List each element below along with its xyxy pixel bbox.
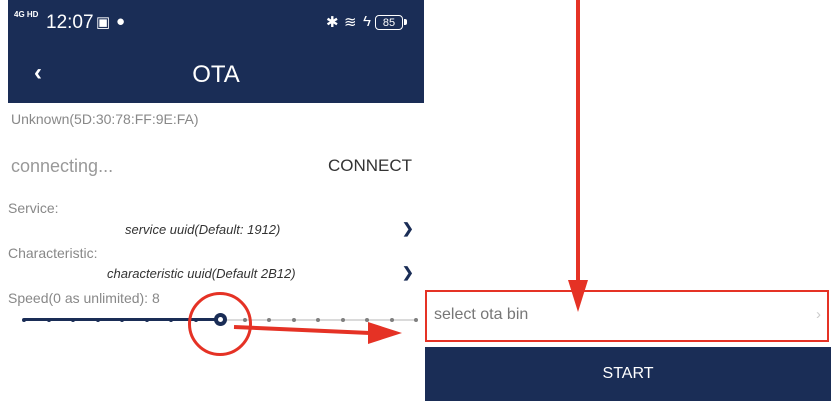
speed-slider-tick <box>414 318 418 322</box>
bluetooth-icon: ✱ <box>326 14 339 31</box>
speed-slider-tick <box>267 318 271 322</box>
start-button[interactable]: START <box>425 347 831 401</box>
characteristic-label: Characteristic: <box>8 245 98 261</box>
speed-slider-tick <box>365 318 369 322</box>
page-title: OTA <box>192 61 240 88</box>
network-type: 4G HD <box>14 10 39 19</box>
speed-slider-tick <box>46 318 51 322</box>
annotation-circle <box>188 292 252 356</box>
chevron-right-icon: › <box>816 306 821 323</box>
battery-indicator: 85 <box>375 15 407 30</box>
service-label: Service: <box>8 200 59 216</box>
select-ota-bin-label: select ota bin <box>434 306 529 323</box>
speed-slider-tick <box>120 318 124 322</box>
speed-slider-tick <box>169 318 173 322</box>
message-bubble-icon: ● <box>116 13 126 30</box>
speed-slider-tick <box>71 318 75 322</box>
device-name: Unknown(5D:30:78:FF:9E:FA) <box>11 111 199 127</box>
app-bar: ‹ OTA <box>8 45 424 103</box>
service-chevron-down-icon[interactable]: ❯ <box>402 220 414 237</box>
wifi-icon: ≋ <box>344 14 357 31</box>
speed-slider-tick <box>22 318 26 322</box>
service-uuid-select[interactable]: service uuid(Default: 1912) <box>125 222 280 237</box>
connect-button[interactable]: CONNECT <box>328 156 412 176</box>
ota-screen: 4G HD 12:07 ▣ ● ✱ ≋ ϟ 85 ‹ OTA Unknown(5… <box>8 0 424 401</box>
notification-app-icon: ▣ <box>96 14 111 31</box>
charging-icon: ϟ <box>363 13 371 30</box>
ota-screen-lower: select ota bin › START <box>425 0 831 401</box>
select-ota-bin-row[interactable]: select ota bin › <box>425 290 829 342</box>
status-time: 12:07 <box>46 12 94 33</box>
status-bar: 4G HD 12:07 ▣ ● ✱ ≋ ϟ 85 <box>8 0 424 45</box>
speed-slider-tick <box>95 318 100 322</box>
speed-slider-tick <box>389 318 394 322</box>
characteristic-uuid-select[interactable]: characteristic uuid(Default 2B12) <box>107 266 296 281</box>
speed-slider-tick <box>316 318 320 322</box>
characteristic-chevron-down-icon[interactable]: ❯ <box>402 264 414 281</box>
speed-slider-tick <box>144 318 149 322</box>
speed-label: Speed(0 as unlimited): 8 <box>8 290 160 306</box>
speed-slider-tick <box>291 318 296 322</box>
connection-status: connecting... <box>11 156 114 176</box>
speed-slider-tick <box>340 318 345 322</box>
